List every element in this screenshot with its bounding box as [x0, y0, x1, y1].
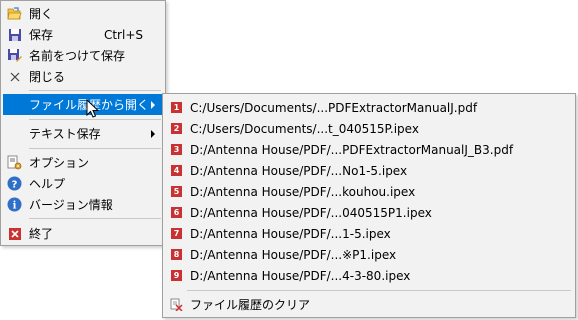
file-history-submenu: 1 C:/Users/Documents/...PDFExtractorManu… — [162, 93, 576, 318]
history-item-path: D:/Antenna House/PDF/...※P1.ipex — [190, 247, 397, 262]
menu-item-text-save[interactable]: テキスト保存 — [3, 123, 163, 144]
history-item-path: C:/Users/Documents/...t_040515P.ipex — [190, 121, 419, 136]
menu-separator — [29, 119, 161, 120]
menu-item-label: 開く — [29, 7, 54, 21]
history-number-badge: 7 — [171, 228, 182, 239]
history-item-path: D:/Antenna House/PDF/...1-5.ipex — [190, 226, 391, 241]
menu-item-close[interactable]: 閉じる — [3, 66, 163, 87]
menu-item-exit[interactable]: 終了 — [3, 223, 163, 244]
history-item-path: D:/Antenna House/PDF/...040515P1.ipex — [190, 205, 432, 220]
menu-item-options[interactable]: オプション — [3, 152, 163, 173]
menu-item-open[interactable]: 開く — [3, 3, 163, 24]
submenu-arrow-icon — [151, 130, 155, 138]
menu-item-label: ヘルプ — [29, 177, 66, 191]
exit-icon — [7, 226, 22, 241]
mouse-cursor-icon — [86, 99, 100, 118]
menu-item-open-from-history[interactable]: ファイル履歴から開く — [3, 94, 163, 115]
menu-item-label: 閉じる — [29, 70, 66, 84]
menu-separator — [187, 290, 571, 291]
history-item-5[interactable]: 5 D:/Antenna House/PDF/...kouhou.ipex — [165, 181, 573, 202]
history-item-3[interactable]: 3 D:/Antenna House/PDF/...PDFExtractorMa… — [165, 139, 573, 160]
clear-history-label: ファイル履歴のクリア — [190, 298, 311, 312]
shortcut-label: Ctrl+S — [103, 27, 143, 42]
save-icon — [7, 27, 22, 42]
options-icon — [7, 155, 22, 170]
history-item-8[interactable]: 8 D:/Antenna House/PDF/...※P1.ipex — [165, 244, 573, 265]
clear-history-icon — [170, 298, 183, 312]
history-number-badge: 4 — [171, 165, 182, 176]
submenu-arrow-icon — [151, 101, 155, 109]
history-item-path: D:/Antenna House/PDF/...No1-5.ipex — [190, 163, 408, 178]
history-number-badge: 8 — [171, 249, 182, 260]
folder-open-icon — [7, 6, 22, 21]
history-item-2[interactable]: 2 C:/Users/Documents/...t_040515P.ipex — [165, 118, 573, 139]
save-as-icon — [7, 48, 22, 63]
history-item-path: D:/Antenna House/PDF/...kouhou.ipex — [190, 184, 416, 199]
menu-item-label: 保存 — [29, 28, 54, 42]
menu-separator — [29, 90, 161, 91]
history-number-badge: 5 — [171, 186, 182, 197]
svg-text:?: ? — [12, 180, 18, 191]
menu-separator — [29, 218, 161, 219]
menu-separator — [29, 148, 161, 149]
history-number-badge: 2 — [171, 123, 182, 134]
history-number-badge: 1 — [171, 102, 182, 113]
history-item-4[interactable]: 4 D:/Antenna House/PDF/...No1-5.ipex — [165, 160, 573, 181]
svg-text:i: i — [13, 201, 17, 212]
menu-item-label: 名前をつけて保存 — [29, 49, 126, 63]
history-item-path: C:/Users/Documents/...PDFExtractorManual… — [190, 100, 478, 115]
menu-item-help[interactable]: ? ヘルプ — [3, 173, 163, 194]
menu-item-save[interactable]: 保存 Ctrl+S — [3, 24, 163, 45]
file-menu: 開く 保存 Ctrl+S 名前をつけて保存 閉じる テキスト保存 オプション ?… — [0, 0, 166, 246]
history-item-path: D:/Antenna House/PDF/...PDFExtractorManu… — [190, 142, 514, 157]
history-item-9[interactable]: 9 D:/Antenna House/PDF/...4-3-80.ipex — [165, 265, 573, 286]
history-item-7[interactable]: 7 D:/Antenna House/PDF/...1-5.ipex — [165, 223, 573, 244]
menu-item-version-info[interactable]: i バージョン情報 — [3, 194, 163, 215]
menu-item-save-as[interactable]: 名前をつけて保存 — [3, 45, 163, 66]
history-item-6[interactable]: 6 D:/Antenna House/PDF/...040515P1.ipex — [165, 202, 573, 223]
close-icon — [7, 69, 22, 84]
history-item-path: D:/Antenna House/PDF/...4-3-80.ipex — [190, 268, 411, 283]
menu-item-label: オプション — [29, 156, 90, 170]
history-item-1[interactable]: 1 C:/Users/Documents/...PDFExtractorManu… — [165, 97, 573, 118]
menu-item-label: バージョン情報 — [29, 198, 113, 212]
menu-item-label: テキスト保存 — [29, 127, 101, 141]
help-icon: ? — [7, 176, 22, 191]
clear-history-item[interactable]: ファイル履歴のクリア — [165, 294, 573, 315]
history-number-badge: 6 — [171, 207, 182, 218]
menu-stage: 開く 保存 Ctrl+S 名前をつけて保存 閉じる テキスト保存 オプション ?… — [0, 0, 578, 320]
menu-item-label: 終了 — [29, 227, 54, 241]
history-number-badge: 3 — [171, 144, 182, 155]
history-number-badge: 9 — [171, 270, 182, 281]
info-icon: i — [7, 197, 22, 212]
